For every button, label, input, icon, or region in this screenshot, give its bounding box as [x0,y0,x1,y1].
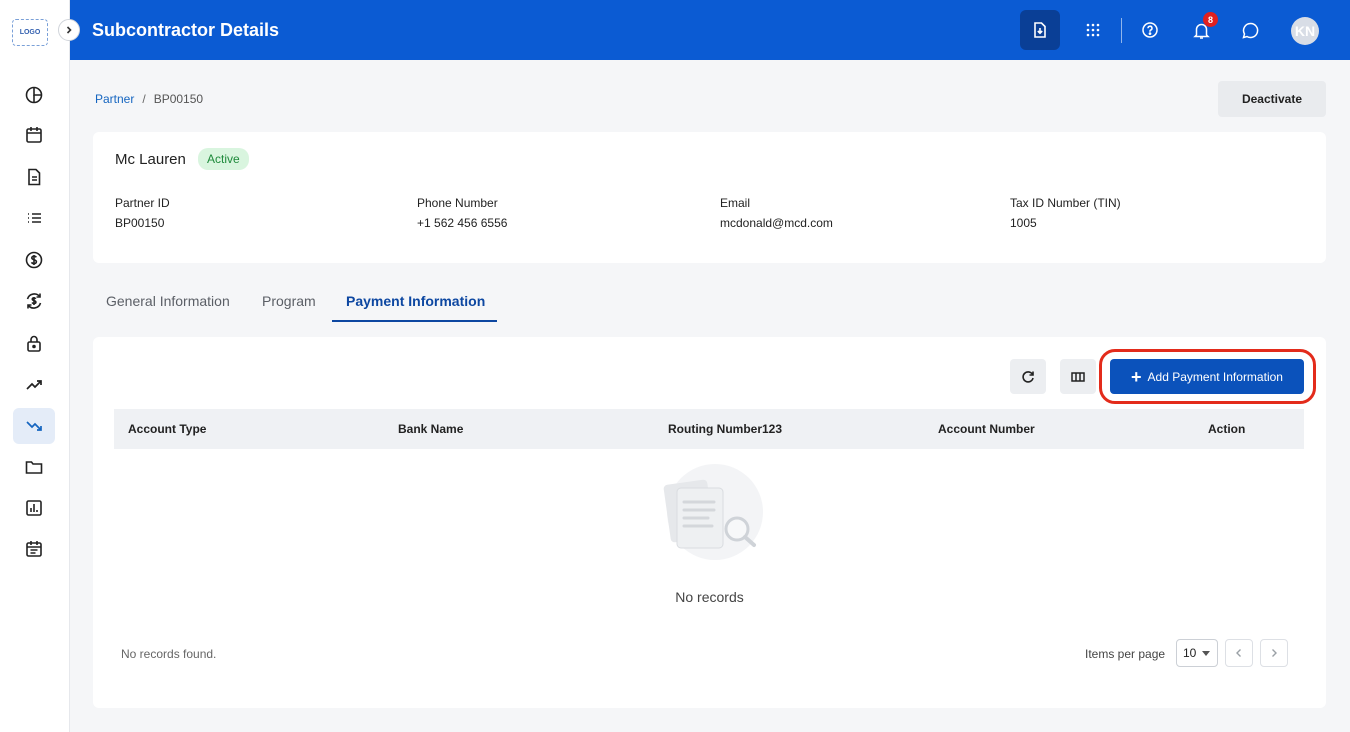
partner-info-card: Mc Lauren Active Partner ID BP00150 Phon… [93,132,1326,263]
help-button[interactable] [1130,10,1170,50]
view-columns-icon [1071,371,1085,382]
tax-id-label: Tax ID Number (TIN) [1010,196,1121,210]
email-field: Email mcdonald@mcd.com [720,196,833,230]
items-per-page-select[interactable]: 10 [1176,639,1218,667]
sidebar-item-list[interactable] [13,200,55,236]
column-action: Action [1208,422,1246,436]
trending-down-icon [26,421,42,431]
payment-table-card: + Add Payment Information Account Type B… [93,337,1326,708]
apps-grid-icon [1086,23,1100,37]
top-header: Subcontractor Details 8 KN [70,0,1350,60]
caret-down-icon [1202,650,1211,656]
sidebar-item-calendar[interactable] [13,117,55,153]
apps-button[interactable] [1073,10,1113,50]
trending-up-icon [26,380,42,390]
chevron-right-icon [66,26,72,34]
deactivate-button[interactable]: Deactivate [1218,81,1326,117]
list-icon [28,213,41,223]
table-header: Account Type Bank Name Routing Number123… [114,409,1304,449]
column-bank-name[interactable]: Bank Name [398,422,463,436]
sidebar: LOGO [0,0,70,732]
items-per-page-label: Items per page [1085,647,1166,661]
empty-state-illustration [663,464,763,560]
chat-button[interactable] [1230,10,1270,50]
sidebar-item-dashboard[interactable] [13,77,55,113]
items-per-page-value: 10 [1183,646,1197,660]
partner-id-field: Partner ID BP00150 [115,196,170,230]
table-footer-status: No records found. [121,647,217,661]
tax-id-value: 1005 [1010,216,1037,230]
column-routing-number[interactable]: Routing Number123 [668,422,782,436]
sidebar-item-payments[interactable] [13,242,55,278]
partner-id-label: Partner ID [115,196,170,210]
phone-number-field: Phone Number +1 562 456 6556 [417,196,507,230]
partner-name: Mc Lauren [115,151,186,168]
refresh-icon [1022,370,1034,383]
user-avatar[interactable]: KN [1291,17,1319,45]
breadcrumb-separator: / [142,92,146,106]
download-button[interactable] [1020,10,1060,50]
next-page-button[interactable] [1260,639,1288,667]
download-icon [1034,22,1046,38]
partner-id-value: BP00150 [115,216,165,230]
empty-state-message: No records [675,589,744,605]
phone-number-value: +1 562 456 6556 [417,216,508,230]
plus-icon: + [1131,366,1142,387]
add-payment-information-label: Add Payment Information [1147,369,1283,384]
previous-page-button[interactable] [1225,639,1253,667]
tax-id-field: Tax ID Number (TIN) 1005 [1010,196,1121,230]
email-value: mcdonald@mcd.com [720,216,833,230]
folder-icon [25,461,43,474]
refresh-button[interactable] [1010,359,1046,394]
sidebar-item-documents[interactable] [13,159,55,195]
notification-count-badge: 8 [1203,12,1218,27]
calendar-icon [26,127,42,143]
page-title: Subcontractor Details [92,20,280,40]
breadcrumb: Partner / BP00150 [95,92,203,106]
header-divider [1121,18,1122,43]
sidebar-item-folder[interactable] [13,449,55,485]
chevron-left-icon [1236,649,1241,657]
notifications-button[interactable]: 8 [1181,10,1221,50]
add-payment-information-button[interactable]: + Add Payment Information [1110,359,1304,394]
sidebar-toggle-button[interactable] [58,19,80,41]
chevron-right-icon [1272,649,1277,657]
chat-icon [1241,22,1258,39]
sidebar-item-exchange[interactable] [13,283,55,319]
sidebar-item-events[interactable] [13,531,55,567]
pie-chart-icon [25,86,43,104]
currency-exchange-icon [26,293,42,309]
dollar-icon [25,251,43,269]
breadcrumb-partner-link[interactable]: Partner [95,92,134,106]
tab-payment-information[interactable]: Payment Information [332,282,497,322]
sidebar-item-trending-up[interactable] [13,366,55,402]
column-account-number[interactable]: Account Number [938,422,1035,436]
lock-icon [27,335,41,352]
email-label: Email [720,196,751,210]
tab-program[interactable]: Program [262,282,316,322]
event-note-icon [26,541,42,557]
sidebar-item-trending-down[interactable] [13,408,55,444]
breadcrumb-current: BP00150 [153,92,204,106]
tab-general-information[interactable]: General Information [106,282,230,322]
columns-button[interactable] [1060,359,1096,394]
document-icon [28,168,41,186]
status-badge: Active [198,148,249,170]
phone-number-label: Phone Number [417,196,498,210]
bar-chart-icon [26,500,42,516]
help-icon [1142,22,1158,38]
app-logo: LOGO [12,19,48,46]
column-account-type[interactable]: Account Type [128,422,206,436]
sidebar-item-security[interactable] [13,325,55,361]
sidebar-item-reports[interactable] [13,490,55,526]
